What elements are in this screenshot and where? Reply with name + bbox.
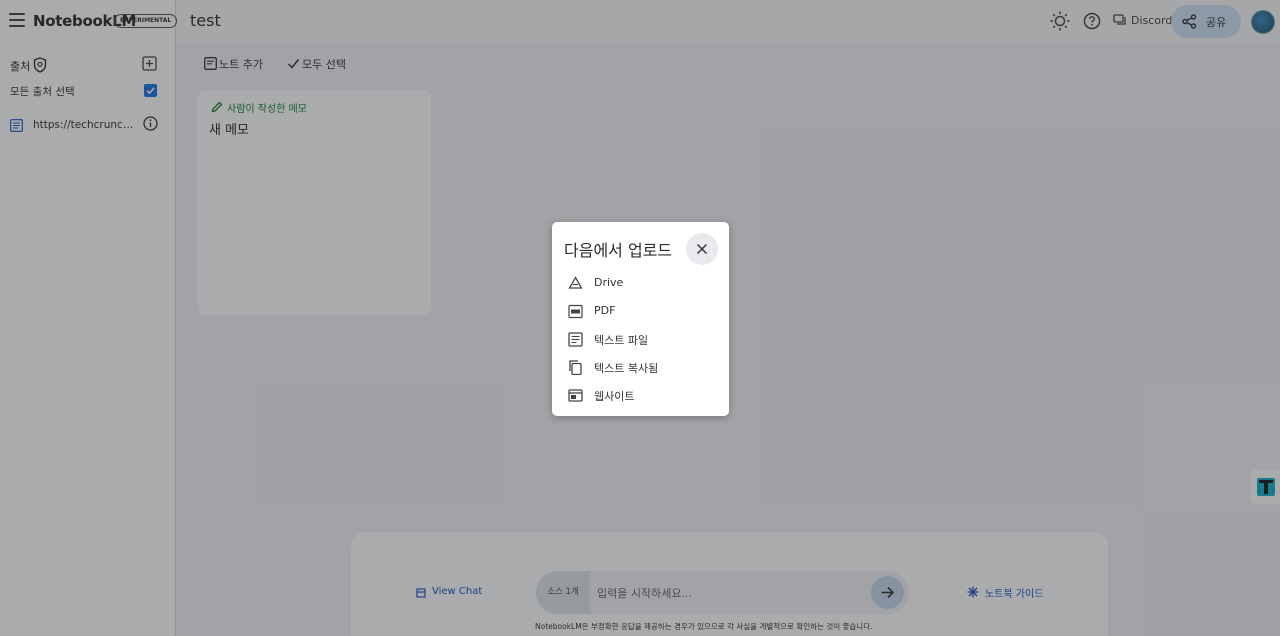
upload-option-copied-text[interactable]: 텍스트 복사됨 [552, 354, 729, 382]
upload-option-label: 웹사이트 [594, 390, 635, 403]
close-icon [696, 243, 708, 255]
copy-icon [569, 360, 582, 375]
drive-icon [568, 276, 583, 289]
dialog-title: 다음에서 업로드 [564, 241, 673, 260]
upload-option-label: Drive [594, 276, 624, 289]
pdf-icon [568, 304, 583, 319]
close-button[interactable] [686, 233, 718, 265]
upload-option-label: 텍스트 복사됨 [594, 362, 659, 375]
upload-dialog: 다음에서 업로드 Drive PDF 텍스트 파일 텍스트 복사됨 웹사이트 [552, 222, 729, 416]
upload-option-pdf[interactable]: PDF [552, 298, 729, 326]
upload-option-label: PDF [594, 304, 616, 317]
upload-option-text-file[interactable]: 텍스트 파일 [552, 326, 729, 354]
upload-option-drive[interactable]: Drive [552, 270, 729, 298]
website-icon [568, 389, 583, 402]
upload-option-label: 텍스트 파일 [594, 334, 649, 347]
upload-option-website[interactable]: 웹사이트 [552, 382, 729, 410]
text-file-icon [568, 332, 583, 347]
